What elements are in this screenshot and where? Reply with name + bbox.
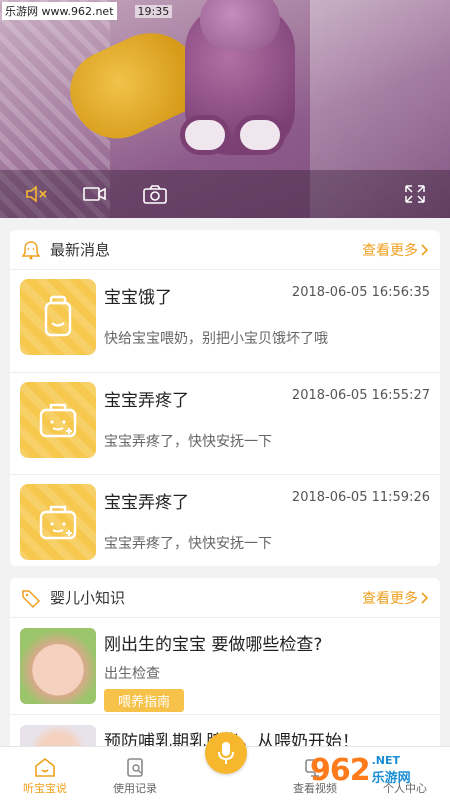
chevron-right-icon xyxy=(421,591,429,604)
news-item-body: 宝宝弄疼了 2018-06-05 11:59:26 宝宝弄疼了，快快安抚一下 xyxy=(104,484,430,576)
baby-photo xyxy=(20,628,96,704)
baby-knowledge-card: 婴儿小知识 查看更多 刚出生的宝宝 要做哪些检查? 出生检查 喂养指南 预防哺乳… xyxy=(10,578,440,758)
news-item-desc: 宝宝弄疼了，快快安抚一下 xyxy=(104,536,272,552)
status-bar: 乐游网 www.962.net 19:35 xyxy=(0,0,173,22)
brand-number: 962 xyxy=(310,752,371,788)
news-more-label: 查看更多 xyxy=(362,242,418,259)
tab-usage-records[interactable]: 使用记录 xyxy=(90,747,180,800)
doll-foot-left xyxy=(180,115,230,155)
tab-label: 听宝宝说 xyxy=(23,782,67,795)
news-item-date: 2018-06-05 16:55:27 xyxy=(291,388,430,403)
news-item-desc: 快给宝宝喂奶，别把小宝贝饿坏了哦 xyxy=(104,331,328,347)
fullscreen-icon[interactable] xyxy=(402,182,428,206)
site-watermark-logo: 962 .NET 乐游网 xyxy=(310,746,442,794)
news-header: 最新消息 查看更多 xyxy=(10,230,440,270)
chevron-right-icon xyxy=(421,243,429,256)
news-title: 最新消息 xyxy=(50,241,111,259)
news-item-date: 2018-06-05 16:56:35 xyxy=(291,285,430,300)
status-time: 19:35 xyxy=(134,4,173,18)
watermark-text: 乐游网 www.962.net xyxy=(2,2,117,20)
doll-foot-right xyxy=(235,115,285,155)
clipboard-icon xyxy=(127,758,143,777)
brand-side: .NET 乐游网 xyxy=(372,754,411,786)
doll-head xyxy=(200,0,280,50)
brand-name: 乐游网 xyxy=(371,771,411,786)
knowledge-item-body: 刚出生的宝宝 要做哪些检查? 出生检查 喂养指南 xyxy=(104,628,430,714)
tab-listen-baby[interactable]: 听宝宝说 xyxy=(0,747,90,800)
mute-icon[interactable] xyxy=(24,182,50,206)
latest-news-card: 最新消息 查看更多 宝宝饿了 2018-06-05 16:56:35 快给宝宝喂… xyxy=(10,230,440,566)
knowledge-more-link[interactable]: 查看更多 xyxy=(362,588,430,608)
knowledge-item[interactable]: 刚出生的宝宝 要做哪些检查? 出生检查 喂养指南 xyxy=(10,618,440,714)
knowledge-more-label: 查看更多 xyxy=(362,590,418,607)
home-icon xyxy=(35,757,55,777)
news-more-link[interactable]: 查看更多 xyxy=(362,240,430,260)
knowledge-header: 婴儿小知识 查看更多 xyxy=(10,578,440,618)
bottle-icon xyxy=(20,279,96,355)
first-aid-icon xyxy=(20,382,96,458)
knowledge-item-title: 刚出生的宝宝 要做哪些检查? xyxy=(104,635,323,655)
microphone-icon xyxy=(218,742,234,764)
news-item[interactable]: 宝宝弄疼了 2018-06-05 11:59:26 宝宝弄疼了，快快安抚一下 xyxy=(10,474,440,576)
news-item-date: 2018-06-05 11:59:26 xyxy=(291,490,430,505)
camera-icon[interactable] xyxy=(142,182,168,206)
video-toolbar xyxy=(0,170,450,218)
app-screen: 乐游网 www.962.net 19:35 最新消息 查看更多 宝宝饿了 201… xyxy=(0,0,450,800)
news-item-desc: 宝宝弄疼了，快快安抚一下 xyxy=(104,434,272,450)
news-item-body: 宝宝饿了 2018-06-05 16:56:35 快给宝宝喂奶，别把小宝贝饿坏了… xyxy=(104,279,430,372)
knowledge-title: 婴儿小知识 xyxy=(50,589,126,607)
voice-button[interactable] xyxy=(205,732,247,774)
news-item-body: 宝宝弄疼了 2018-06-05 16:55:27 宝宝弄疼了，快快安抚一下 xyxy=(104,382,430,474)
tab-label: 使用记录 xyxy=(113,782,157,795)
brand-net: .NET xyxy=(371,754,401,767)
knowledge-item-tag: 喂养指南 xyxy=(104,689,185,712)
tag-icon xyxy=(20,587,42,609)
video-record-icon[interactable] xyxy=(82,182,108,206)
news-item[interactable]: 宝宝弄疼了 2018-06-05 16:55:27 宝宝弄疼了，快快安抚一下 xyxy=(10,372,440,474)
bell-icon xyxy=(20,239,42,261)
video-preview[interactable]: 乐游网 www.962.net 19:35 xyxy=(0,0,450,218)
knowledge-item-subtitle: 出生检查 xyxy=(104,666,160,682)
news-item[interactable]: 宝宝饿了 2018-06-05 16:56:35 快给宝宝喂奶，别把小宝贝饿坏了… xyxy=(10,270,440,372)
first-aid-icon xyxy=(20,484,96,560)
